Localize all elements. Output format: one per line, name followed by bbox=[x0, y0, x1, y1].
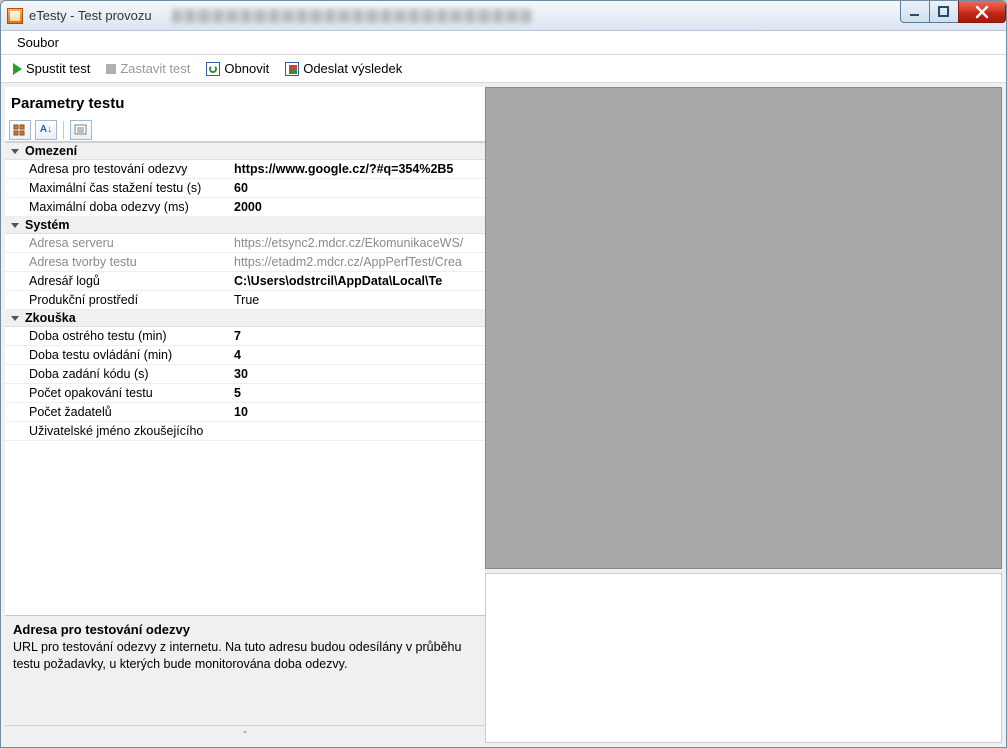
stop-test-label: Zastavit test bbox=[120, 61, 190, 76]
label: Adresa tvorby testu bbox=[5, 253, 230, 271]
description-body: URL pro testování odezvy z internetu. Na… bbox=[13, 639, 477, 673]
property-pages-button[interactable] bbox=[70, 120, 92, 140]
client-area: Parametry testu A↓ bbox=[1, 83, 1006, 747]
prop-doba-kodu[interactable]: Doba zadání kódu (s) 30 bbox=[5, 365, 485, 384]
value[interactable]: 7 bbox=[230, 327, 485, 345]
chevron-down-icon bbox=[11, 149, 19, 154]
close-button[interactable] bbox=[958, 1, 1006, 23]
propertygrid-toolbar: A↓ bbox=[5, 118, 485, 142]
label: Doba zadání kódu (s) bbox=[5, 365, 230, 383]
panel-title: Parametry testu bbox=[5, 87, 485, 118]
prop-pocet-zad[interactable]: Počet žadatelů 10 bbox=[5, 403, 485, 422]
send-result-button[interactable]: Odeslat výsledek bbox=[279, 59, 408, 78]
label: Adresář logů bbox=[5, 272, 230, 290]
category-system-label: Systém bbox=[25, 218, 69, 232]
value[interactable]: 2000 bbox=[230, 198, 485, 216]
stop-icon bbox=[106, 64, 116, 74]
property-grid[interactable]: Omezení Adresa pro testování odezvy http… bbox=[5, 142, 485, 615]
left-pane: Parametry testu A↓ bbox=[5, 87, 485, 743]
output-area bbox=[485, 573, 1002, 743]
category-omezeni[interactable]: Omezení bbox=[5, 143, 485, 160]
maximize-icon bbox=[937, 5, 951, 19]
right-pane bbox=[485, 87, 1002, 743]
app-icon bbox=[7, 8, 23, 24]
category-system[interactable]: Systém bbox=[5, 217, 485, 234]
prop-produkcni[interactable]: Produkční prostředí True bbox=[5, 291, 485, 310]
window-buttons bbox=[901, 1, 1006, 23]
minimize-icon bbox=[908, 5, 922, 19]
refresh-label: Obnovit bbox=[224, 61, 269, 76]
menu-file[interactable]: Soubor bbox=[9, 33, 67, 52]
value[interactable]: 5 bbox=[230, 384, 485, 402]
window-title: eTesty - Test provozu bbox=[29, 8, 152, 23]
maximize-button[interactable] bbox=[929, 1, 959, 23]
status-bar: - bbox=[5, 725, 485, 743]
value[interactable]: 60 bbox=[230, 179, 485, 197]
prop-max-odezva[interactable]: Maximální doba odezvy (ms) 2000 bbox=[5, 198, 485, 217]
label: Počet žadatelů bbox=[5, 403, 230, 421]
prop-pocet-opak[interactable]: Počet opakování testu 5 bbox=[5, 384, 485, 403]
prop-doba-ostreho[interactable]: Doba ostrého testu (min) 7 bbox=[5, 327, 485, 346]
label: Maximální doba odezvy (ms) bbox=[5, 198, 230, 216]
value[interactable] bbox=[230, 422, 485, 440]
toolbar-separator bbox=[63, 121, 64, 139]
property-description: Adresa pro testování odezvy URL pro test… bbox=[5, 615, 485, 725]
send-result-label: Odeslat výsledek bbox=[303, 61, 402, 76]
page-icon bbox=[74, 124, 88, 136]
label: Počet opakování testu bbox=[5, 384, 230, 402]
start-test-label: Spustit test bbox=[26, 61, 90, 76]
value[interactable]: True bbox=[230, 291, 485, 309]
start-test-button[interactable]: Spustit test bbox=[7, 59, 96, 78]
value[interactable]: 10 bbox=[230, 403, 485, 421]
categorized-icon bbox=[13, 124, 27, 136]
value[interactable]: C:\Users\odstrcil\AppData\Local\Te bbox=[230, 272, 485, 290]
refresh-icon bbox=[206, 62, 220, 76]
toolbar: Spustit test Zastavit test Obnovit Odesl… bbox=[1, 55, 1006, 83]
play-icon bbox=[13, 63, 22, 75]
category-zkouska[interactable]: Zkouška bbox=[5, 310, 485, 327]
label: Produkční prostředí bbox=[5, 291, 230, 309]
label: Doba ostrého testu (min) bbox=[5, 327, 230, 345]
prop-adresa-tvorby[interactable]: Adresa tvorby testu https://etadm2.mdcr.… bbox=[5, 253, 485, 272]
prop-doba-ovladani[interactable]: Doba testu ovládání (min) 4 bbox=[5, 346, 485, 365]
sort-az-icon: A↓ bbox=[40, 124, 52, 135]
value[interactable]: 30 bbox=[230, 365, 485, 383]
menu-bar: Soubor bbox=[1, 31, 1006, 55]
categorized-button[interactable] bbox=[9, 120, 31, 140]
label: Adresa serveru bbox=[5, 234, 230, 252]
label: Maximální čas stažení testu (s) bbox=[5, 179, 230, 197]
label: Uživatelské jméno zkoušejícího bbox=[5, 422, 230, 440]
minimize-button[interactable] bbox=[900, 1, 930, 23]
refresh-button[interactable]: Obnovit bbox=[200, 59, 275, 78]
chevron-down-icon bbox=[11, 316, 19, 321]
label: Adresa pro testování odezvy bbox=[5, 160, 230, 178]
app-window: eTesty - Test provozu Soubor Spustit tes… bbox=[0, 0, 1007, 748]
description-title: Adresa pro testování odezvy bbox=[13, 622, 477, 637]
value[interactable]: 4 bbox=[230, 346, 485, 364]
stop-test-button[interactable]: Zastavit test bbox=[100, 59, 196, 78]
prop-adresar-logu[interactable]: Adresář logů C:\Users\odstrcil\AppData\L… bbox=[5, 272, 485, 291]
prop-uziv-jmeno[interactable]: Uživatelské jméno zkoušejícího bbox=[5, 422, 485, 441]
prop-adresa-serveru[interactable]: Adresa serveru https://etsync2.mdcr.cz/E… bbox=[5, 234, 485, 253]
value[interactable]: https://www.google.cz/?#q=354%2B5 bbox=[230, 160, 485, 178]
close-icon bbox=[973, 3, 991, 21]
value: https://etsync2.mdcr.cz/EkomunikaceWS/ bbox=[230, 234, 485, 252]
prop-max-cas[interactable]: Maximální čas stažení testu (s) 60 bbox=[5, 179, 485, 198]
category-omezeni-label: Omezení bbox=[25, 144, 77, 158]
background-blur bbox=[172, 9, 532, 23]
chevron-down-icon bbox=[11, 223, 19, 228]
prop-adresa-odezvy[interactable]: Adresa pro testování odezvy https://www.… bbox=[5, 160, 485, 179]
category-zkouska-label: Zkouška bbox=[25, 311, 76, 325]
alphabetical-button[interactable]: A↓ bbox=[35, 120, 57, 140]
label: Doba testu ovládání (min) bbox=[5, 346, 230, 364]
send-icon bbox=[285, 62, 299, 76]
preview-area bbox=[485, 87, 1002, 569]
titlebar[interactable]: eTesty - Test provozu bbox=[1, 1, 1006, 31]
value: https://etadm2.mdcr.cz/AppPerfTest/Crea bbox=[230, 253, 485, 271]
